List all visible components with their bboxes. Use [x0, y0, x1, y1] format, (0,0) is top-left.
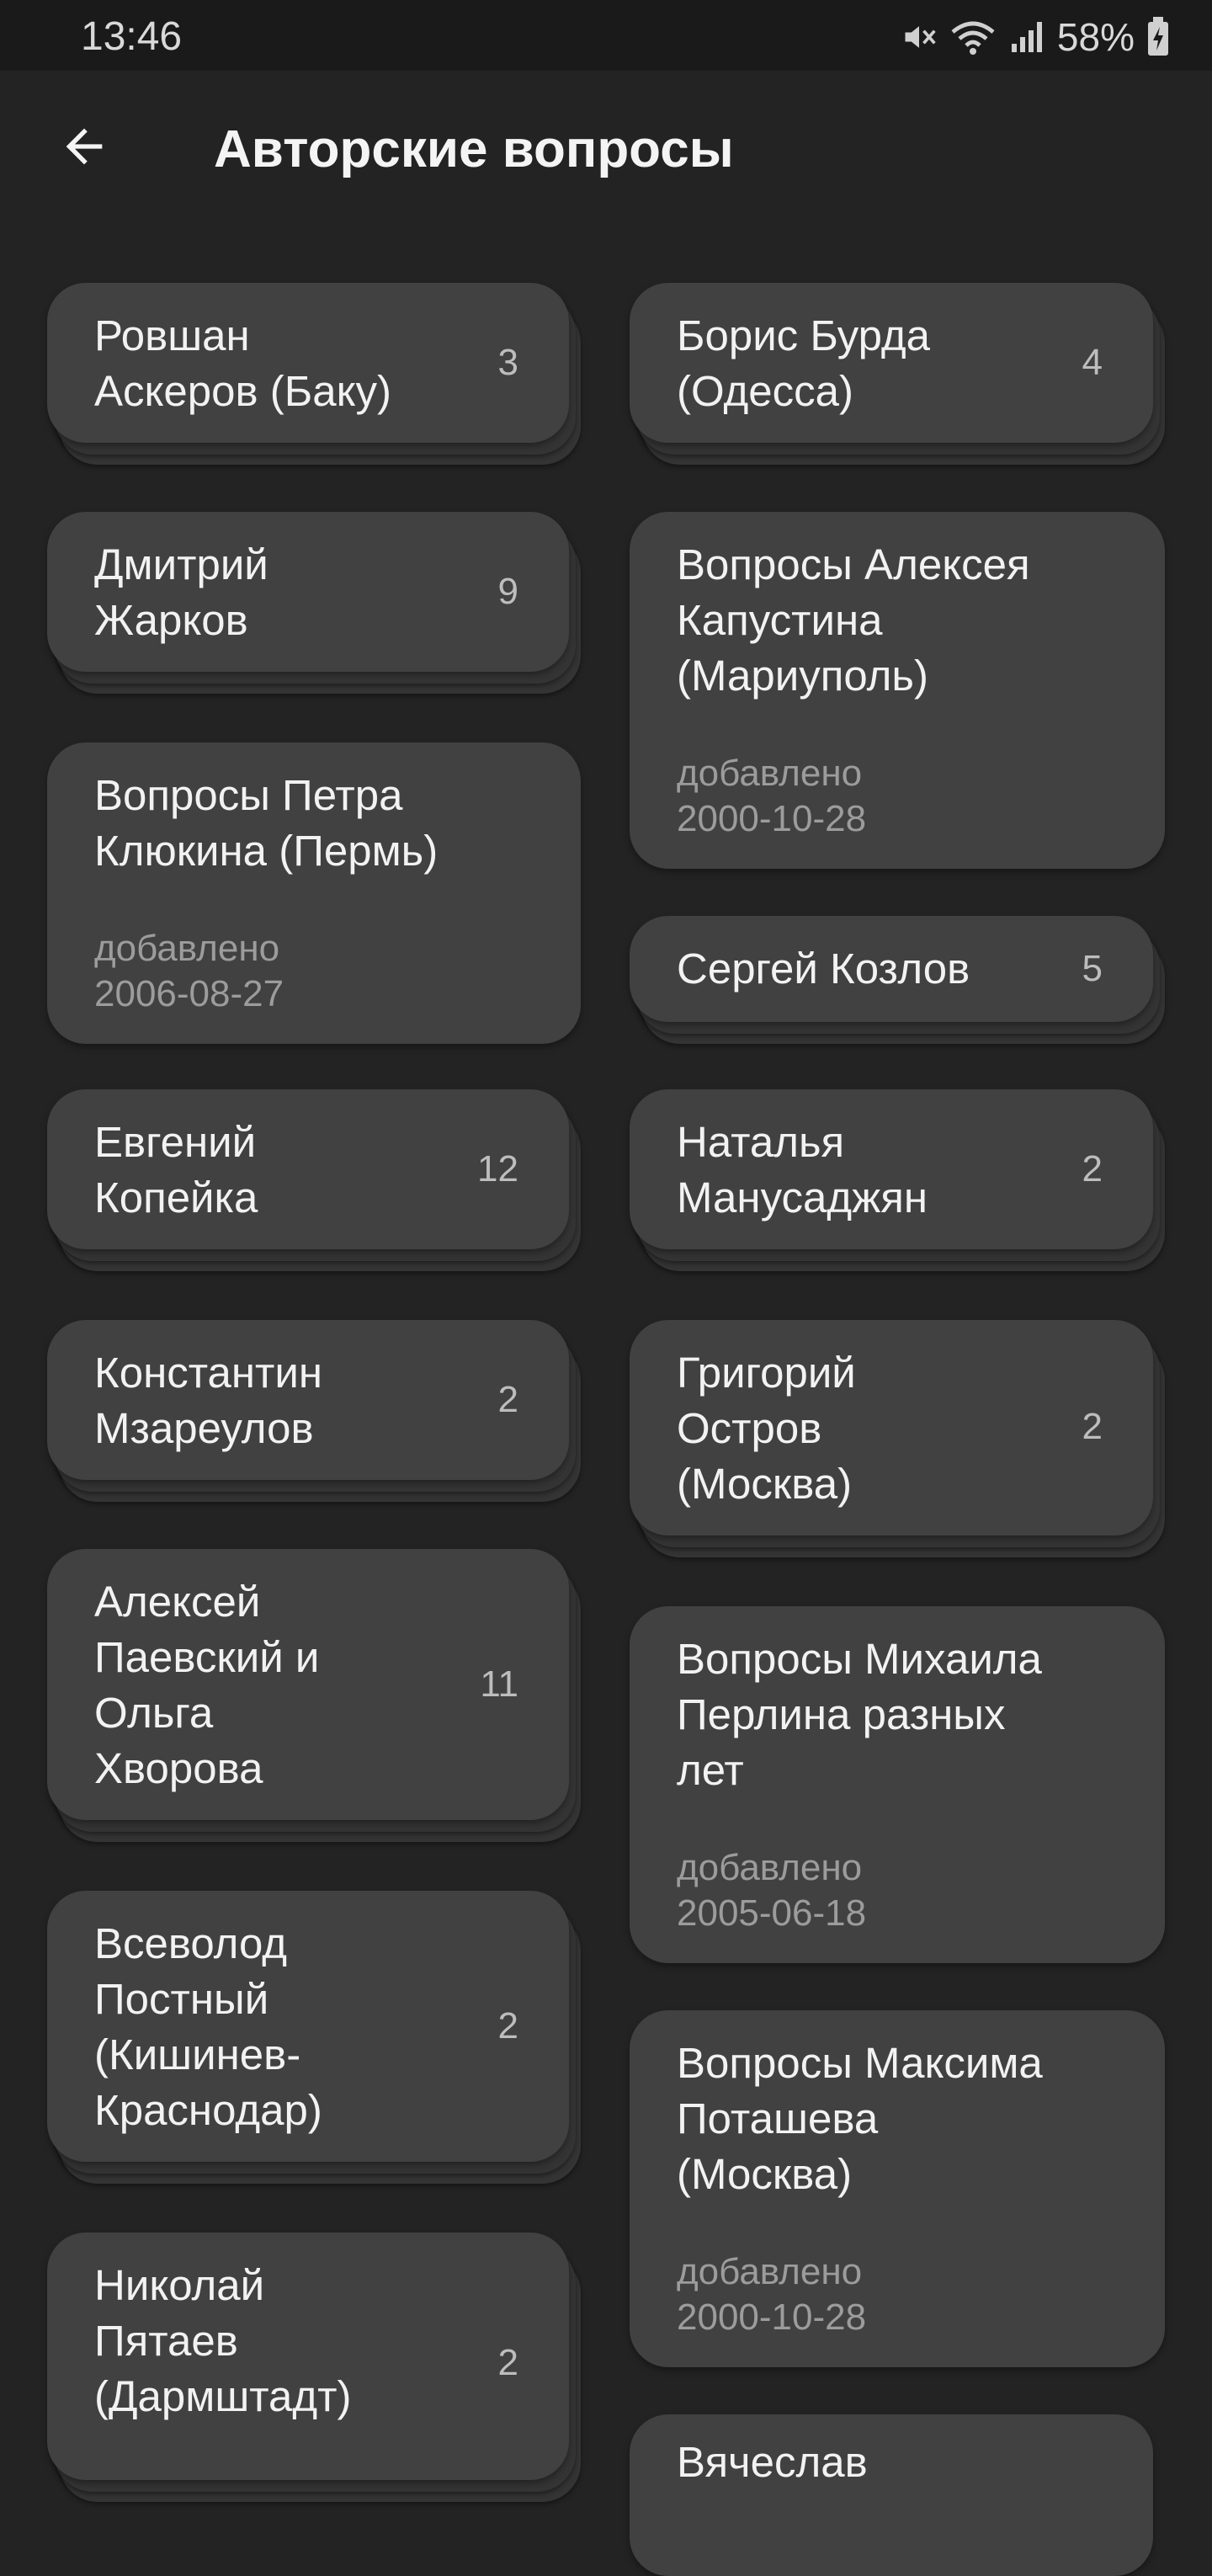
- author-card[interactable]: Константин Мзареулов 2: [47, 1320, 581, 1502]
- card-title: Дмитрий Жарков: [94, 540, 268, 644]
- card-title: Николай Пятаев (Дармштадт): [94, 2261, 352, 2420]
- card-title: Евгений Копейка: [94, 1118, 258, 1221]
- question-set-card[interactable]: Вопросы Михаила Перлина разных лет добав…: [630, 1606, 1165, 1963]
- status-icons: 58%: [901, 12, 1170, 62]
- card-title: Борис Бурда (Одесса): [677, 311, 930, 415]
- added-label: добавлено: [677, 2251, 863, 2292]
- card-title: Вопросы Михаила Перлина разных лет: [677, 1635, 1042, 1794]
- author-card[interactable]: Наталья Манусаджян 2: [630, 1089, 1165, 1271]
- card-title: Григорий Остров (Москва): [677, 1349, 856, 1508]
- question-set-card[interactable]: Вопросы Петра Клюкина (Пермь) добавлено …: [47, 742, 581, 1044]
- card-title: Алексей Паевский и Ольга Хворова: [94, 1578, 320, 1792]
- added-date: 2006-08-27: [94, 973, 284, 1014]
- card-title: Вопросы Алексея Капустина (Мариуполь): [677, 540, 1030, 700]
- page-title: Авторские вопросы: [214, 120, 734, 178]
- author-card[interactable]: Дмитрий Жарков 9: [47, 512, 581, 694]
- question-count: 11: [480, 1663, 518, 1705]
- question-count: 12: [477, 1148, 518, 1190]
- mute-icon: [901, 19, 938, 56]
- author-card[interactable]: Евгений Копейка 12: [47, 1089, 581, 1271]
- author-card[interactable]: Сергей Козлов 5: [630, 916, 1165, 1044]
- question-count: 2: [1082, 1148, 1103, 1190]
- question-count: 5: [1082, 948, 1103, 989]
- signal-icon: [1008, 19, 1045, 56]
- question-count: 3: [497, 342, 518, 383]
- added-label: добавлено: [677, 753, 863, 794]
- question-set-card[interactable]: Вопросы Алексея Капустина (Мариуполь) до…: [630, 512, 1165, 869]
- back-button[interactable]: [44, 106, 125, 187]
- added-date: 2005-06-18: [677, 1892, 867, 1934]
- added-date: 2000-10-28: [677, 2297, 867, 2338]
- question-count: 2: [497, 2005, 518, 2046]
- card-title: Вячеслав: [677, 2438, 868, 2486]
- question-count: 2: [497, 2342, 518, 2383]
- author-card[interactable]: Всеволод Постный (Кишинев- Краснодар) 2: [47, 1891, 581, 2184]
- added-label: добавлено: [677, 1847, 863, 1888]
- author-card[interactable]: Григорий Остров (Москва) 2: [630, 1320, 1165, 1557]
- card-title: Наталья Манусаджян: [677, 1118, 928, 1221]
- battery-percentage: 58%: [1056, 15, 1135, 59]
- battery-charging-icon: [1146, 17, 1170, 57]
- author-card[interactable]: Николай Пятаев (Дармштадт) 2: [47, 2233, 581, 2502]
- question-count: 9: [497, 571, 518, 612]
- card-title: Всеволод Постный (Кишинев- Краснодар): [94, 1919, 322, 2134]
- author-card[interactable]: Борис Бурда (Одесса) 4: [630, 283, 1165, 465]
- wifi-icon: [949, 19, 997, 56]
- status-bar: 13:46 58%: [0, 0, 1212, 71]
- added-date: 2000-10-28: [677, 798, 867, 839]
- question-set-card[interactable]: Вопросы Максима Поташева (Москва) добавл…: [630, 2010, 1165, 2367]
- author-card[interactable]: Вячеслав: [630, 2414, 1165, 2576]
- question-count: 4: [1082, 342, 1103, 383]
- question-count: 2: [1082, 1406, 1103, 1447]
- added-label: добавлено: [94, 928, 280, 969]
- card-title: Константин Мзареулов: [94, 1349, 323, 1452]
- arrow-left-icon: [66, 128, 103, 165]
- app-bar: Авторские вопросы: [0, 71, 1212, 239]
- card-title: Сергей Козлов: [677, 945, 970, 993]
- status-time: 13:46: [81, 14, 183, 59]
- card-title: Ровшан Аскеров (Баку): [94, 311, 391, 415]
- card-title: Вопросы Петра Клюкина (Пермь): [94, 771, 439, 875]
- author-card[interactable]: Алексей Паевский и Ольга Хворова 11: [47, 1549, 581, 1842]
- author-card[interactable]: Ровшан Аскеров (Баку) 3: [47, 283, 581, 465]
- question-count: 2: [497, 1379, 518, 1420]
- card-title: Вопросы Максима Поташева (Москва): [677, 2039, 1043, 2198]
